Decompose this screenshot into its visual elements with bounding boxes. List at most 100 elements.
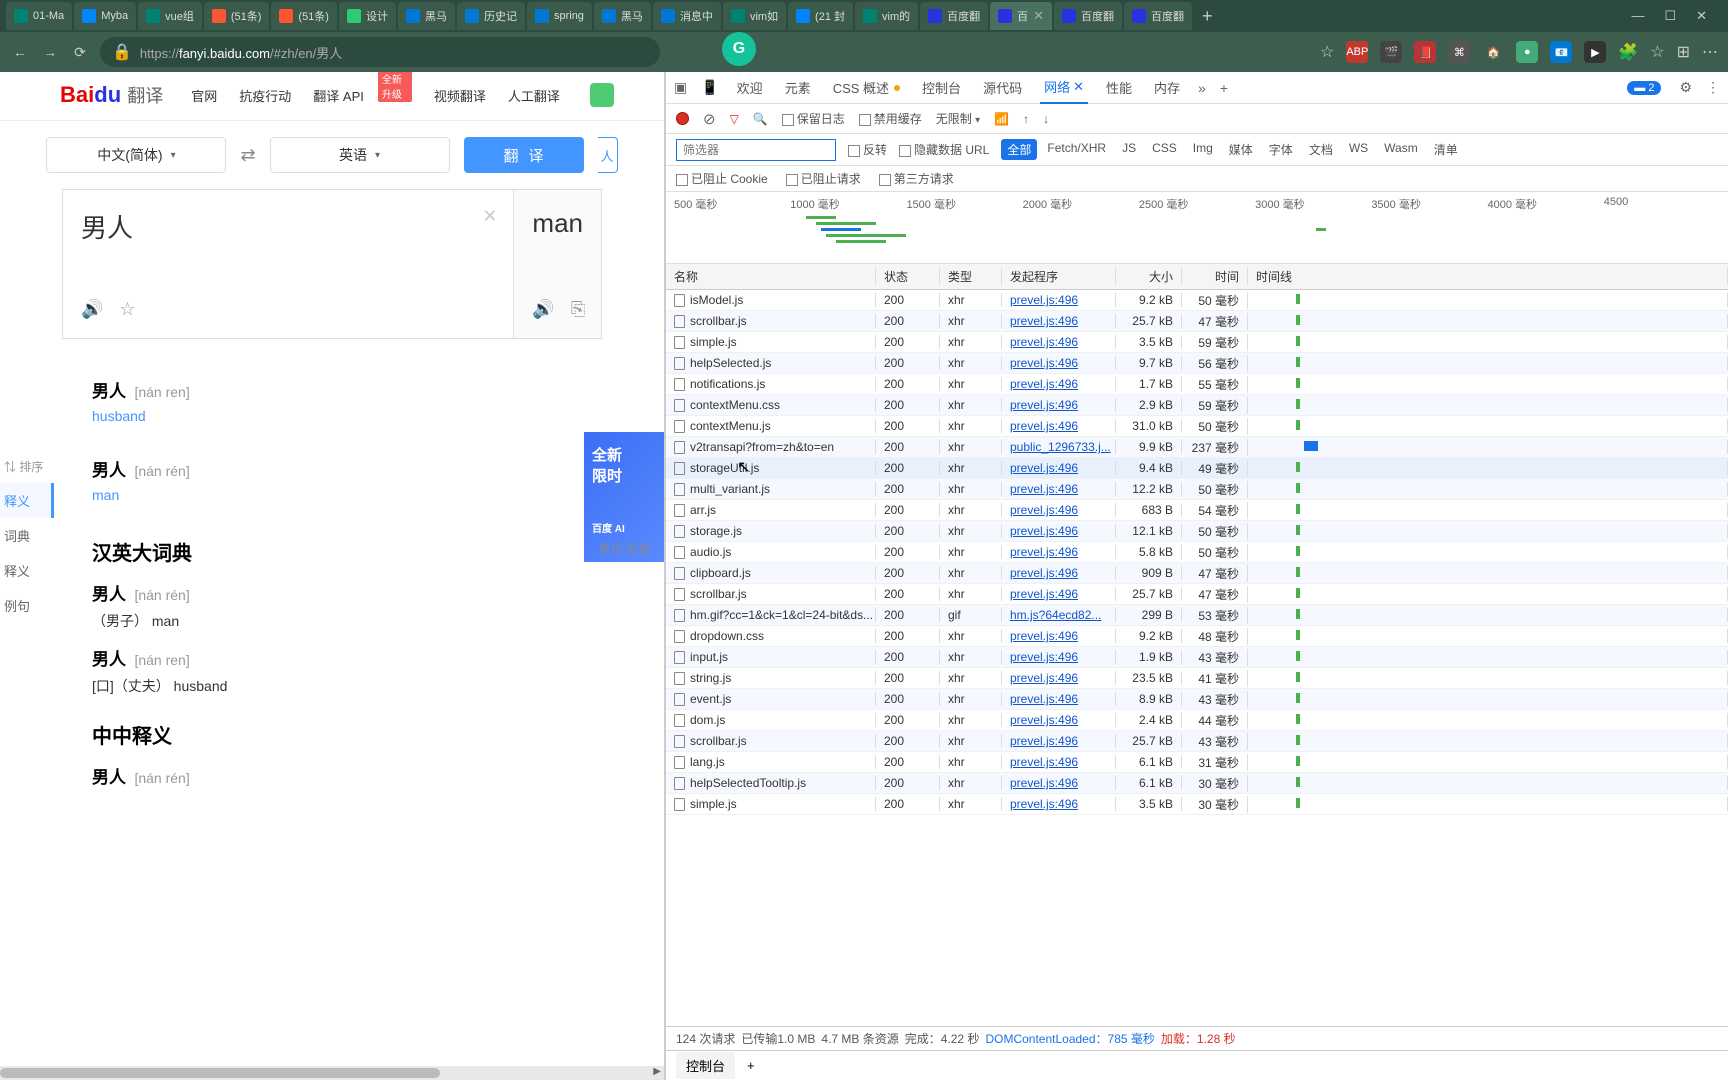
browser-tab[interactable]: vim的 bbox=[855, 2, 918, 30]
network-timeline[interactable]: 500 毫秒1000 毫秒1500 毫秒2000 毫秒2500 毫秒3000 毫… bbox=[666, 192, 1728, 264]
browser-tab[interactable]: 黑马 bbox=[398, 2, 455, 30]
network-request-row[interactable]: storageUtil.js 200 xhr prevel.js:496 9.4… bbox=[666, 458, 1728, 479]
human-translate-button[interactable]: 人 bbox=[598, 137, 618, 173]
initiator-link[interactable]: prevel.js:496 bbox=[1010, 356, 1078, 370]
network-request-row[interactable]: lang.js 200 xhr prevel.js:496 6.1 kB 31 … bbox=[666, 752, 1728, 773]
gear-icon[interactable]: ⚙ bbox=[1679, 79, 1692, 96]
network-request-row[interactable]: dropdown.css 200 xhr prevel.js:496 9.2 k… bbox=[666, 626, 1728, 647]
network-request-row[interactable]: multi_variant.js 200 xhr prevel.js:496 1… bbox=[666, 479, 1728, 500]
network-request-row[interactable]: notifications.js 200 xhr prevel.js:496 1… bbox=[666, 374, 1728, 395]
download-icon[interactable]: ↓ bbox=[1043, 112, 1049, 126]
initiator-link[interactable]: public_1296733.j... bbox=[1010, 440, 1111, 454]
window-maximize[interactable]: ☐ bbox=[1664, 8, 1676, 24]
browser-tab[interactable]: 历史记 bbox=[457, 2, 525, 30]
initiator-link[interactable]: prevel.js:496 bbox=[1010, 776, 1078, 790]
filter-type-pill[interactable]: 文档 bbox=[1303, 139, 1339, 160]
tab-close-icon[interactable]: ✕ bbox=[1033, 8, 1044, 24]
col-time[interactable]: 时间 bbox=[1182, 268, 1248, 285]
copy-icon[interactable]: ⎘ bbox=[571, 299, 585, 320]
browser-tab[interactable]: Myba bbox=[74, 2, 136, 30]
star-icon[interactable]: ☆ bbox=[119, 299, 135, 320]
baidu-logo[interactable]: Baidu 翻译 bbox=[60, 82, 163, 108]
network-request-row[interactable]: storage.js 200 xhr prevel.js:496 12.1 kB… bbox=[666, 521, 1728, 542]
forward-button[interactable]: → bbox=[40, 44, 60, 60]
ext-icon-3[interactable]: ⌘ bbox=[1448, 41, 1470, 63]
network-request-row[interactable]: scrollbar.js 200 xhr prevel.js:496 25.7 … bbox=[666, 731, 1728, 752]
initiator-link[interactable]: prevel.js:496 bbox=[1010, 503, 1078, 517]
more-tabs-icon[interactable]: » bbox=[1198, 80, 1206, 96]
inspect-icon[interactable]: ▣ bbox=[674, 79, 687, 96]
target-language-select[interactable]: 英语▾ bbox=[270, 137, 450, 173]
filter-type-pill[interactable]: Wasm bbox=[1378, 139, 1424, 160]
devtools-menu-icon[interactable]: ⋮ bbox=[1706, 79, 1720, 96]
browser-tab[interactable]: 01-Ma bbox=[6, 2, 72, 30]
network-request-row[interactable]: clipboard.js 200 xhr prevel.js:496 909 B… bbox=[666, 563, 1728, 584]
ext-icon-6[interactable]: 📧 bbox=[1550, 41, 1572, 63]
initiator-link[interactable]: prevel.js:496 bbox=[1010, 671, 1078, 685]
initiator-link[interactable]: prevel.js:496 bbox=[1010, 293, 1078, 307]
devtools-tab[interactable]: 控制台 bbox=[918, 71, 965, 104]
network-request-row[interactable]: simple.js 200 xhr prevel.js:496 3.5 kB 5… bbox=[666, 332, 1728, 353]
third-party-checkbox[interactable]: 第三方请求 bbox=[879, 170, 954, 187]
network-request-row[interactable]: scrollbar.js 200 xhr prevel.js:496 25.7 … bbox=[666, 311, 1728, 332]
network-request-row[interactable]: contextMenu.js 200 xhr prevel.js:496 31.… bbox=[666, 416, 1728, 437]
initiator-link[interactable]: prevel.js:496 bbox=[1010, 650, 1078, 664]
browser-tab[interactable]: (51条) bbox=[271, 2, 337, 30]
initiator-link[interactable]: hm.js?64ecd82... bbox=[1010, 608, 1101, 622]
dict-definition-link[interactable]: man bbox=[92, 487, 602, 503]
page-extension-icon[interactable] bbox=[590, 83, 614, 107]
source-text-input[interactable]: 男人 bbox=[81, 208, 495, 245]
initiator-link[interactable]: prevel.js:496 bbox=[1010, 524, 1078, 538]
favorite-icon[interactable]: ☆ bbox=[1320, 42, 1334, 62]
initiator-link[interactable]: prevel.js:496 bbox=[1010, 482, 1078, 496]
col-size[interactable]: 大小 bbox=[1116, 268, 1182, 285]
initiator-link[interactable]: prevel.js:496 bbox=[1010, 734, 1078, 748]
browser-tab[interactable]: 百度翻 bbox=[920, 2, 988, 30]
invert-checkbox[interactable]: 反转 bbox=[848, 141, 887, 158]
browser-tab[interactable]: spring bbox=[527, 2, 592, 30]
dict-definition-link[interactable]: husband bbox=[92, 408, 602, 424]
horizontal-scrollbar[interactable]: ▶ bbox=[0, 1066, 665, 1080]
disable-cache-checkbox[interactable]: 禁用缓存 bbox=[859, 110, 922, 127]
network-request-row[interactable]: v2transapi?from=zh&to=en 200 xhr public_… bbox=[666, 437, 1728, 458]
devtools-tab[interactable]: CSS 概述 bbox=[829, 71, 904, 104]
network-request-row[interactable]: audio.js 200 xhr prevel.js:496 5.8 kB 50… bbox=[666, 542, 1728, 563]
filter-type-pill[interactable]: JS bbox=[1116, 139, 1142, 160]
network-request-row[interactable]: contextMenu.css 200 xhr prevel.js:496 2.… bbox=[666, 395, 1728, 416]
devtools-tab[interactable]: 源代码 bbox=[979, 71, 1026, 104]
ext-icon-7[interactable]: ▶ bbox=[1584, 41, 1606, 63]
network-request-row[interactable]: event.js 200 xhr prevel.js:496 8.9 kB 43… bbox=[666, 689, 1728, 710]
side-tab[interactable]: 释义 bbox=[0, 553, 54, 588]
nav-item[interactable]: 抗疫行动 bbox=[239, 86, 291, 105]
new-tab-button[interactable]: + bbox=[1194, 6, 1221, 27]
browser-tab[interactable]: 百度翻 bbox=[1124, 2, 1192, 30]
browser-tab[interactable]: vue组 bbox=[138, 2, 202, 30]
menu-icon[interactable]: ⋯ bbox=[1702, 42, 1718, 62]
wifi-icon[interactable]: 📶 bbox=[994, 112, 1009, 126]
search-icon[interactable]: 🔍 bbox=[753, 112, 768, 126]
initiator-link[interactable]: prevel.js:496 bbox=[1010, 419, 1078, 433]
initiator-link[interactable]: prevel.js:496 bbox=[1010, 566, 1078, 580]
collections-icon[interactable]: ⊞ bbox=[1677, 42, 1690, 62]
record-button[interactable] bbox=[676, 112, 689, 125]
blocked-requests-checkbox[interactable]: 已阻止请求 bbox=[786, 170, 861, 187]
initiator-link[interactable]: prevel.js:496 bbox=[1010, 692, 1078, 706]
drawer-tab-console[interactable]: 控制台 bbox=[676, 1052, 735, 1079]
browser-tab[interactable]: vim如 bbox=[723, 2, 786, 30]
browser-tab[interactable]: 百✕ bbox=[990, 2, 1052, 30]
filter-input[interactable] bbox=[676, 139, 836, 161]
back-button[interactable]: ← bbox=[10, 44, 30, 60]
preserve-log-checkbox[interactable]: 保留日志 bbox=[782, 110, 845, 127]
network-request-row[interactable]: helpSelected.js 200 xhr prevel.js:496 9.… bbox=[666, 353, 1728, 374]
initiator-link[interactable]: prevel.js:496 bbox=[1010, 461, 1078, 475]
devtools-tab[interactable]: 欢迎 bbox=[733, 71, 767, 104]
filter-icon[interactable]: ▽ bbox=[730, 112, 739, 126]
side-tab[interactable]: 例句 bbox=[0, 588, 54, 623]
window-close[interactable]: ✕ bbox=[1696, 8, 1707, 24]
side-tab[interactable]: 词典 bbox=[0, 518, 54, 553]
nav-item[interactable]: 官网 bbox=[191, 86, 217, 105]
issues-badge[interactable]: ▬ 2 bbox=[1627, 81, 1661, 95]
translate-button[interactable]: 翻译 bbox=[464, 137, 584, 173]
devtools-tab[interactable]: 内存 bbox=[1150, 71, 1184, 104]
clear-input-button[interactable]: ✕ bbox=[482, 206, 497, 227]
